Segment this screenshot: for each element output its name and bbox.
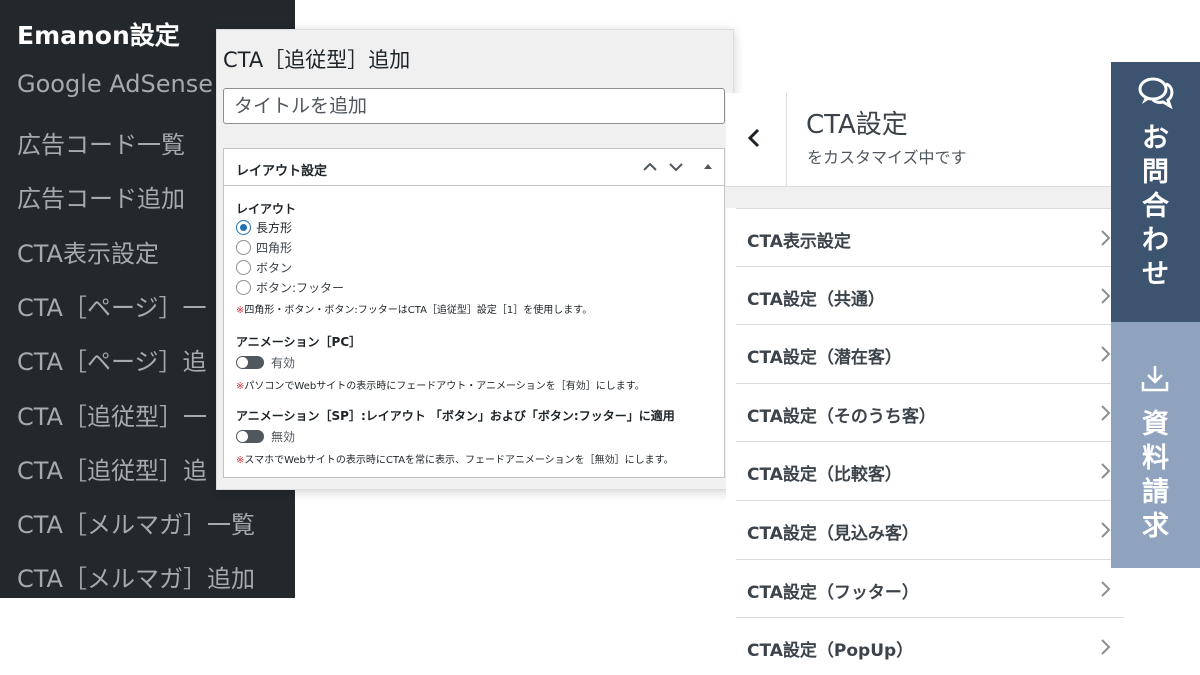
section-cta-popup[interactable]: CTA設定（PopUp） (736, 618, 1124, 675)
section-label: CTA設定（フッター） (747, 582, 919, 603)
metabox-title: レイアウト設定 (236, 164, 328, 179)
layout-note: ※四角形・ボタン・ボタン:フッターはCTA［追従型］設定［1］を使用します。 (236, 305, 593, 316)
layout-option-label: 四角形 (256, 240, 293, 255)
section-cta-compare[interactable]: CTA設定（比較客） (736, 442, 1124, 501)
menu-item-adsense[interactable]: Google AdSense (17, 70, 213, 98)
layout-option-square[interactable]: 四角形 (236, 237, 712, 257)
menu-heading[interactable]: Emanon設定 (17, 16, 180, 52)
animation-sp-state: 無効 (271, 429, 296, 444)
customizer-panel: CTA設定 をカスタマイズ中です CTA表示設定 CTA設定（共通） CTA設定… (726, 93, 1124, 675)
move-down-icon[interactable] (666, 157, 686, 177)
radio-unchecked-icon[interactable] (236, 259, 251, 275)
editor-title: CTA［追従型］追加 (223, 48, 411, 72)
chevron-left-icon (747, 128, 760, 148)
contact-tab[interactable]: お 問 合 わ せ (1111, 62, 1200, 322)
animation-pc-label: アニメーション［PC］ (236, 335, 362, 349)
customizer-title: CTA設定 (806, 110, 908, 140)
section-cta-common[interactable]: CTA設定（共通） (736, 267, 1124, 326)
document-request-label: 資 料 請 求 (1142, 409, 1169, 542)
section-cta-latent[interactable]: CTA設定（潜在客） (736, 325, 1124, 384)
download-icon (1141, 366, 1169, 392)
animation-pc-state: 有効 (271, 355, 296, 370)
metabox-header: レイアウト設定 (224, 149, 724, 186)
menu-item-cta-page-add[interactable]: CTA［ページ］追 (17, 342, 207, 377)
section-label: CTA設定（比較客） (747, 465, 902, 486)
menu-item-cta-follow-add[interactable]: CTA［追従型］追 (17, 451, 207, 486)
post-title-input[interactable] (223, 88, 725, 124)
menu-item-cta-display[interactable]: CTA表示設定 (17, 234, 159, 269)
section-label: CTA設定（潜在客） (747, 348, 902, 369)
layout-option-button-footer[interactable]: ボタン:フッター (236, 277, 712, 297)
section-cta-display[interactable]: CTA表示設定 (736, 208, 1124, 267)
metabox-body: レイアウト 長方形 四角形 ボタン ボタン:フッター ※四角形・ボタン・ボタン:… (224, 186, 724, 466)
back-button[interactable] (726, 93, 787, 186)
contact-tab-label: お 問 合 わ せ (1142, 123, 1169, 290)
menu-item-cta-follow-list[interactable]: CTA［追従型］一 (17, 397, 207, 432)
animation-pc-toggle[interactable] (236, 355, 264, 369)
customizer-section-list: CTA表示設定 CTA設定（共通） CTA設定（潜在客） CTA設定（そのうち客… (736, 208, 1124, 675)
radio-checked-icon[interactable] (236, 219, 251, 235)
section-label: CTA設定（共通） (747, 289, 885, 310)
layout-label: レイアウト (236, 202, 297, 216)
chevron-right-icon (1101, 580, 1111, 597)
move-up-icon[interactable] (640, 157, 660, 177)
menu-item-ad-code-list[interactable]: 広告コード一覧 (17, 125, 185, 160)
animation-pc-note: ※パソコンでWebサイトの表示時にフェードアウト・アニメーションを［有効］にしま… (236, 381, 645, 392)
layout-option-label: 長方形 (256, 220, 293, 235)
cta-editor-panel: CTA［追従型］追加 レイアウト設定 レイアウト 長方形 四角形 (216, 29, 734, 490)
animation-sp-note: ※スマホでWebサイトの表示時にCTAを常に表示、フェードアニメーションを［無効… (236, 455, 674, 466)
collapse-toggle-icon[interactable] (698, 157, 718, 177)
chat-bubbles-icon (1138, 77, 1174, 110)
menu-item-ad-code-add[interactable]: 広告コード追加 (17, 179, 185, 214)
divider (726, 186, 1124, 208)
section-label: CTA設定（PopUp） (747, 641, 914, 662)
layout-option-button[interactable]: ボタン (236, 257, 712, 277)
section-label: CTA設定（見込み客） (747, 523, 919, 544)
menu-item-cta-mailmag-add[interactable]: CTA［メルマガ］追加 (17, 559, 255, 594)
chevron-right-icon (1101, 639, 1111, 655)
menu-item-cta-page-list[interactable]: CTA［ページ］一 (17, 288, 207, 323)
customizer-header: CTA設定 をカスタマイズ中です (726, 93, 1124, 186)
section-label: CTA設定（そのうち客） (747, 406, 936, 427)
section-cta-someday[interactable]: CTA設定（そのうち客） (736, 384, 1124, 443)
animation-sp-label: アニメーション［SP］:レイアウト 「ボタン」および「ボタン:フッター」に適用 (236, 409, 675, 423)
animation-sp-toggle-row[interactable]: 無効 (236, 426, 712, 446)
layout-option-label: ボタン (256, 260, 293, 275)
layout-settings-metabox: レイアウト設定 レイアウト 長方形 四角形 ボタン ボタン:フッター ※四角形・… (223, 148, 725, 478)
section-label: CTA表示設定 (747, 232, 851, 252)
layout-option-rectangle[interactable]: 長方形 (236, 217, 712, 237)
radio-unchecked-icon[interactable] (236, 239, 251, 255)
customizer-subtitle: をカスタマイズ中です (807, 148, 967, 167)
section-cta-footer[interactable]: CTA設定（フッター） (736, 560, 1124, 619)
menu-item-cta-mailmag-list[interactable]: CTA［メルマガ］一覧 (17, 505, 255, 540)
document-request-tab[interactable]: 資 料 請 求 (1111, 322, 1200, 568)
section-cta-prospect[interactable]: CTA設定（見込み客） (736, 501, 1124, 560)
layout-option-label: ボタン:フッター (256, 280, 345, 295)
animation-sp-toggle[interactable] (236, 429, 264, 443)
animation-pc-toggle-row[interactable]: 有効 (236, 352, 712, 372)
radio-unchecked-icon[interactable] (236, 279, 251, 295)
